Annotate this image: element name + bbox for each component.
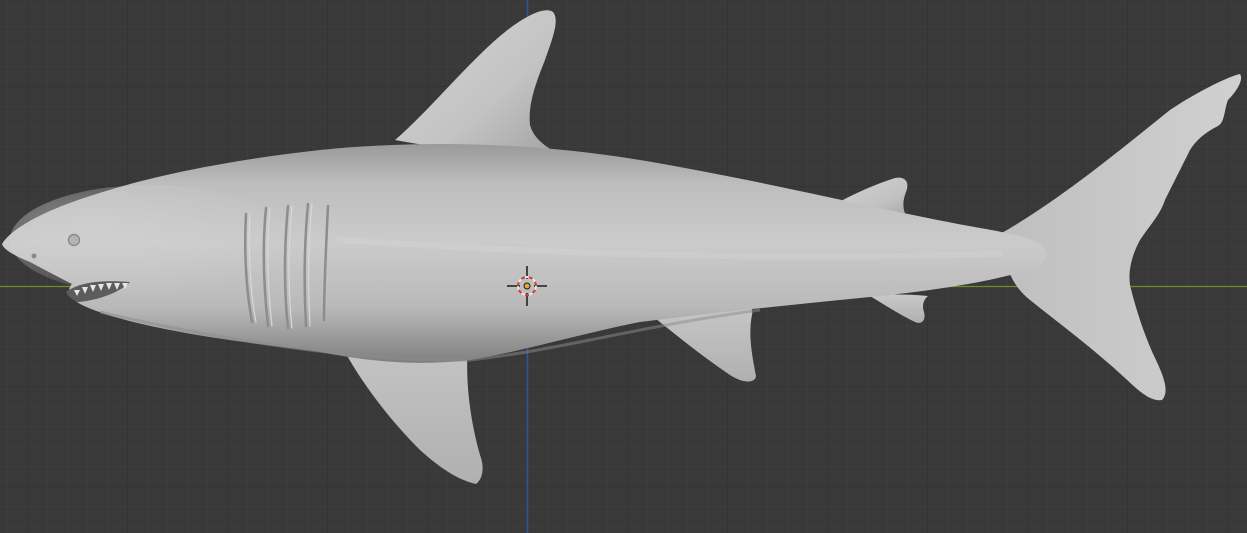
- head-highlight: [10, 185, 290, 295]
- shark-nostril: [31, 253, 37, 259]
- viewport-canvas[interactable]: [0, 0, 1247, 533]
- shark-eye: [67, 233, 81, 247]
- 3d-viewport[interactable]: [0, 0, 1247, 533]
- object-origin-dot: [523, 282, 531, 290]
